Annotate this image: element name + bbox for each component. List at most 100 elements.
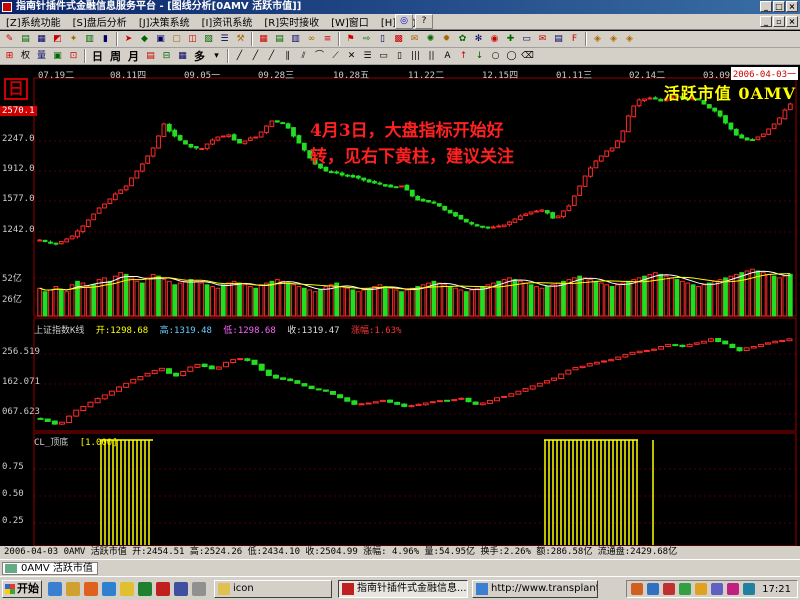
- period-day-button[interactable]: 日: [89, 48, 106, 64]
- pen-icon[interactable]: ✎: [2, 32, 17, 46]
- window-icon[interactable]: ◫: [185, 32, 200, 46]
- diamond3-icon[interactable]: ◈: [622, 32, 637, 46]
- start-button[interactable]: 开始: [2, 580, 42, 598]
- quicklaunch-more-icon[interactable]: [192, 582, 206, 596]
- fibo-tool-icon[interactable]: ☰: [360, 49, 375, 63]
- task-icon-folder[interactable]: icon: [214, 580, 332, 598]
- sheet-icon[interactable]: ▤: [272, 32, 287, 46]
- help-icon[interactable]: ?: [415, 14, 433, 29]
- child-minimize-button[interactable]: _: [760, 16, 772, 27]
- multi-period-dropdown[interactable]: 多: [191, 48, 208, 64]
- folder-icon[interactable]: ▣: [153, 32, 168, 46]
- box-icon[interactable]: ▢: [169, 32, 184, 46]
- chart-icon[interactable]: ▤: [18, 32, 33, 46]
- ie-icon[interactable]: [48, 582, 62, 596]
- forward-icon[interactable]: ⇨: [359, 32, 374, 46]
- line-tool-icon[interactable]: ╱: [232, 49, 247, 63]
- period-indicator[interactable]: 日: [4, 78, 28, 100]
- sun-icon[interactable]: ✹: [439, 32, 454, 46]
- tools-icon[interactable]: ⚒: [233, 32, 248, 46]
- menu-after-market[interactable]: [S]盘后分析: [67, 14, 133, 29]
- tray-im-icon[interactable]: [695, 583, 707, 595]
- calendar-icon[interactable]: ▦: [256, 32, 271, 46]
- note-icon[interactable]: ✉: [407, 32, 422, 46]
- menu-realtime[interactable]: [R]实时接收: [258, 14, 325, 29]
- app-shortcut-icon[interactable]: [156, 582, 170, 596]
- star-icon[interactable]: ✦: [66, 32, 81, 46]
- multi-grid-icon[interactable]: ▦: [175, 49, 190, 63]
- page-icon[interactable]: ▭: [519, 32, 534, 46]
- minimize-button[interactable]: _: [760, 1, 772, 12]
- fan-tool-icon[interactable]: ⟋: [328, 49, 343, 63]
- cog-icon[interactable]: ✻: [471, 32, 486, 46]
- db-icon[interactable]: ▤: [551, 32, 566, 46]
- erase-tool-icon[interactable]: ⌫: [520, 49, 535, 63]
- period-week-button[interactable]: 周: [107, 48, 124, 64]
- diamond-icon[interactable]: ◈: [590, 32, 605, 46]
- arrow-icon[interactable]: ➤: [121, 32, 136, 46]
- gann-tool-icon[interactable]: ✕: [344, 49, 359, 63]
- ray-tool-icon[interactable]: ╱: [248, 49, 263, 63]
- zoom-icon[interactable]: ⊡: [66, 49, 81, 63]
- report-icon[interactable]: ▥: [288, 32, 303, 46]
- rect-tool-icon[interactable]: ▯: [392, 49, 407, 63]
- table-icon[interactable]: ▥: [82, 32, 97, 46]
- task-compass-app[interactable]: 指南针插件式金融信息...: [338, 580, 468, 598]
- tray-update-icon[interactable]: [679, 583, 691, 595]
- flower-icon[interactable]: ✿: [455, 32, 470, 46]
- child-close-button[interactable]: ×: [786, 16, 798, 27]
- explorer-icon[interactable]: [66, 582, 80, 596]
- cycle2-tool-icon[interactable]: ||: [424, 49, 439, 63]
- task-browser[interactable]: http://www.transplantati...: [472, 580, 598, 598]
- cursor-icon[interactable]: ⊞: [2, 49, 17, 63]
- print-icon[interactable]: ▣: [50, 49, 65, 63]
- market-icon[interactable]: ◩: [50, 32, 65, 46]
- arc-tool-icon[interactable]: ⌒: [312, 49, 327, 63]
- firefox-icon[interactable]: [84, 582, 98, 596]
- fin-icon[interactable]: F: [567, 32, 582, 46]
- chevron-down-icon[interactable]: ▾: [209, 49, 224, 63]
- ring-icon[interactable]: ◉: [487, 32, 502, 46]
- channel-tool-icon[interactable]: ⫽: [296, 49, 311, 63]
- table2-icon[interactable]: ▤: [143, 49, 158, 63]
- child-restore-button[interactable]: ▫: [773, 16, 785, 27]
- list-icon[interactable]: ☰: [217, 32, 232, 46]
- cycle-tool-icon[interactable]: |||: [408, 49, 423, 63]
- gear-icon[interactable]: ✺: [423, 32, 438, 46]
- media-icon[interactable]: [138, 582, 152, 596]
- tray-app-icon[interactable]: [631, 583, 643, 595]
- mail-icon[interactable]: ✉: [535, 32, 550, 46]
- sheet-tab[interactable]: 0AMV 活跃市值: [2, 562, 98, 575]
- maximize-button[interactable]: □: [773, 1, 785, 12]
- doc-icon[interactable]: ▯: [375, 32, 390, 46]
- tray-lang-icon[interactable]: [743, 583, 755, 595]
- messenger-icon[interactable]: [102, 582, 116, 596]
- tray-network-icon[interactable]: [647, 583, 659, 595]
- close-button[interactable]: ×: [786, 1, 798, 12]
- weight-icon[interactable]: 权: [18, 49, 33, 63]
- volume-icon[interactable]: 量: [34, 49, 49, 63]
- chain-icon[interactable]: ∞: [304, 32, 319, 46]
- segment-tool-icon[interactable]: ╱: [264, 49, 279, 63]
- ladder-icon[interactable]: ≡: [320, 32, 335, 46]
- tray-input-icon[interactable]: [727, 583, 739, 595]
- diamond2-icon[interactable]: ◈: [606, 32, 621, 46]
- flag-icon[interactable]: ⚑: [343, 32, 358, 46]
- up-arrow-tool-icon[interactable]: ↑: [456, 49, 471, 63]
- tray-volume-icon[interactable]: [711, 583, 723, 595]
- layout-icon[interactable]: ▧: [201, 32, 216, 46]
- compass-icon[interactable]: ◎: [395, 14, 413, 29]
- period-month-button[interactable]: 月: [125, 48, 142, 64]
- bookmark-icon[interactable]: ▩: [391, 32, 406, 46]
- cross-icon[interactable]: ✚: [503, 32, 518, 46]
- text-tool-icon[interactable]: A: [440, 49, 455, 63]
- down-arrow-tool-icon[interactable]: ↓: [472, 49, 487, 63]
- grid-icon[interactable]: ▦: [34, 32, 49, 46]
- compare-icon[interactable]: ⊟: [159, 49, 174, 63]
- desktop-icon[interactable]: [174, 582, 188, 596]
- shield-icon[interactable]: ◆: [137, 32, 152, 46]
- menu-info[interactable]: [I]资讯系统: [196, 14, 259, 29]
- circle-tool-icon[interactable]: ○: [488, 49, 503, 63]
- tray-security-icon[interactable]: [663, 583, 675, 595]
- ellipse-tool-icon[interactable]: ◯: [504, 49, 519, 63]
